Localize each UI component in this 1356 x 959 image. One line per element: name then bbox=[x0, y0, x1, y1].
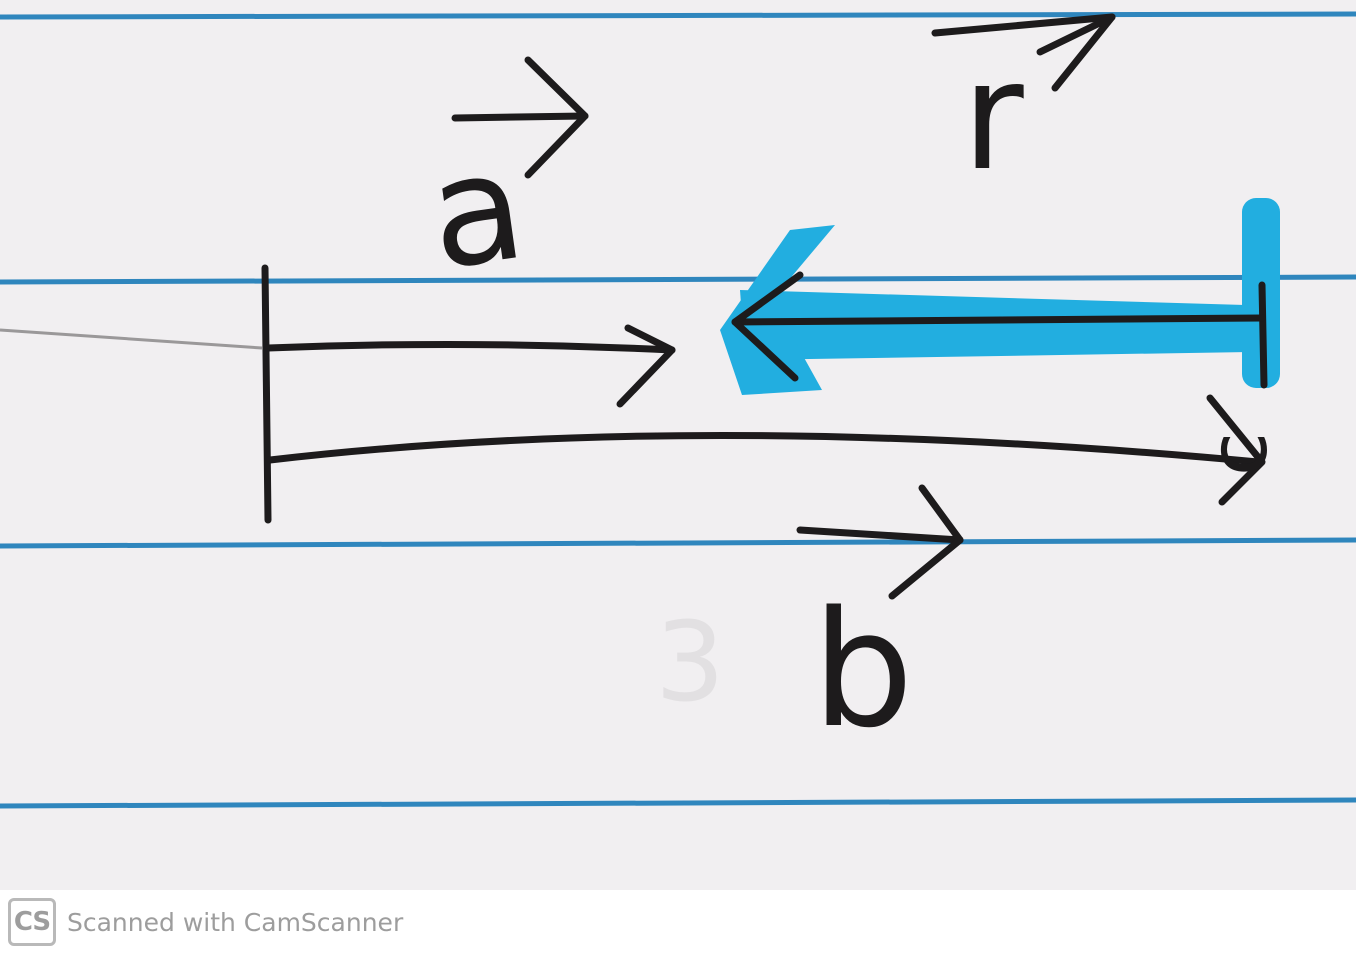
vector-b-shaft bbox=[266, 432, 1262, 466]
vector-diagram: a r b c 3 bbox=[0, 11, 1356, 809]
label-b: b bbox=[812, 576, 914, 763]
arrow-over-r-head bbox=[1036, 13, 1116, 92]
vector-c-shaft bbox=[731, 314, 1266, 326]
pencil-guide-line bbox=[0, 328, 263, 350]
rule-line bbox=[0, 537, 1356, 549]
end-bar bbox=[1258, 281, 1268, 389]
arrow-over-a bbox=[451, 112, 589, 122]
rule-line bbox=[0, 11, 1356, 20]
faint-digit: 3 bbox=[655, 598, 725, 726]
notebook-page: a r b c 3 bbox=[0, 0, 1356, 890]
vector-a-head bbox=[616, 324, 676, 408]
origin-bar bbox=[261, 264, 272, 524]
rule-line bbox=[0, 274, 1356, 285]
arrow-over-b bbox=[796, 526, 964, 544]
label-a: a bbox=[419, 119, 534, 304]
camscanner-logo: CS bbox=[8, 898, 56, 946]
rule-line bbox=[0, 797, 1356, 809]
label-r: r bbox=[962, 30, 1024, 204]
highlight-c bbox=[720, 198, 1280, 395]
vector-a-shaft bbox=[264, 340, 676, 354]
camscanner-watermark-text: Scanned with CamScanner bbox=[67, 908, 404, 937]
label-c: c bbox=[1192, 432, 1285, 476]
